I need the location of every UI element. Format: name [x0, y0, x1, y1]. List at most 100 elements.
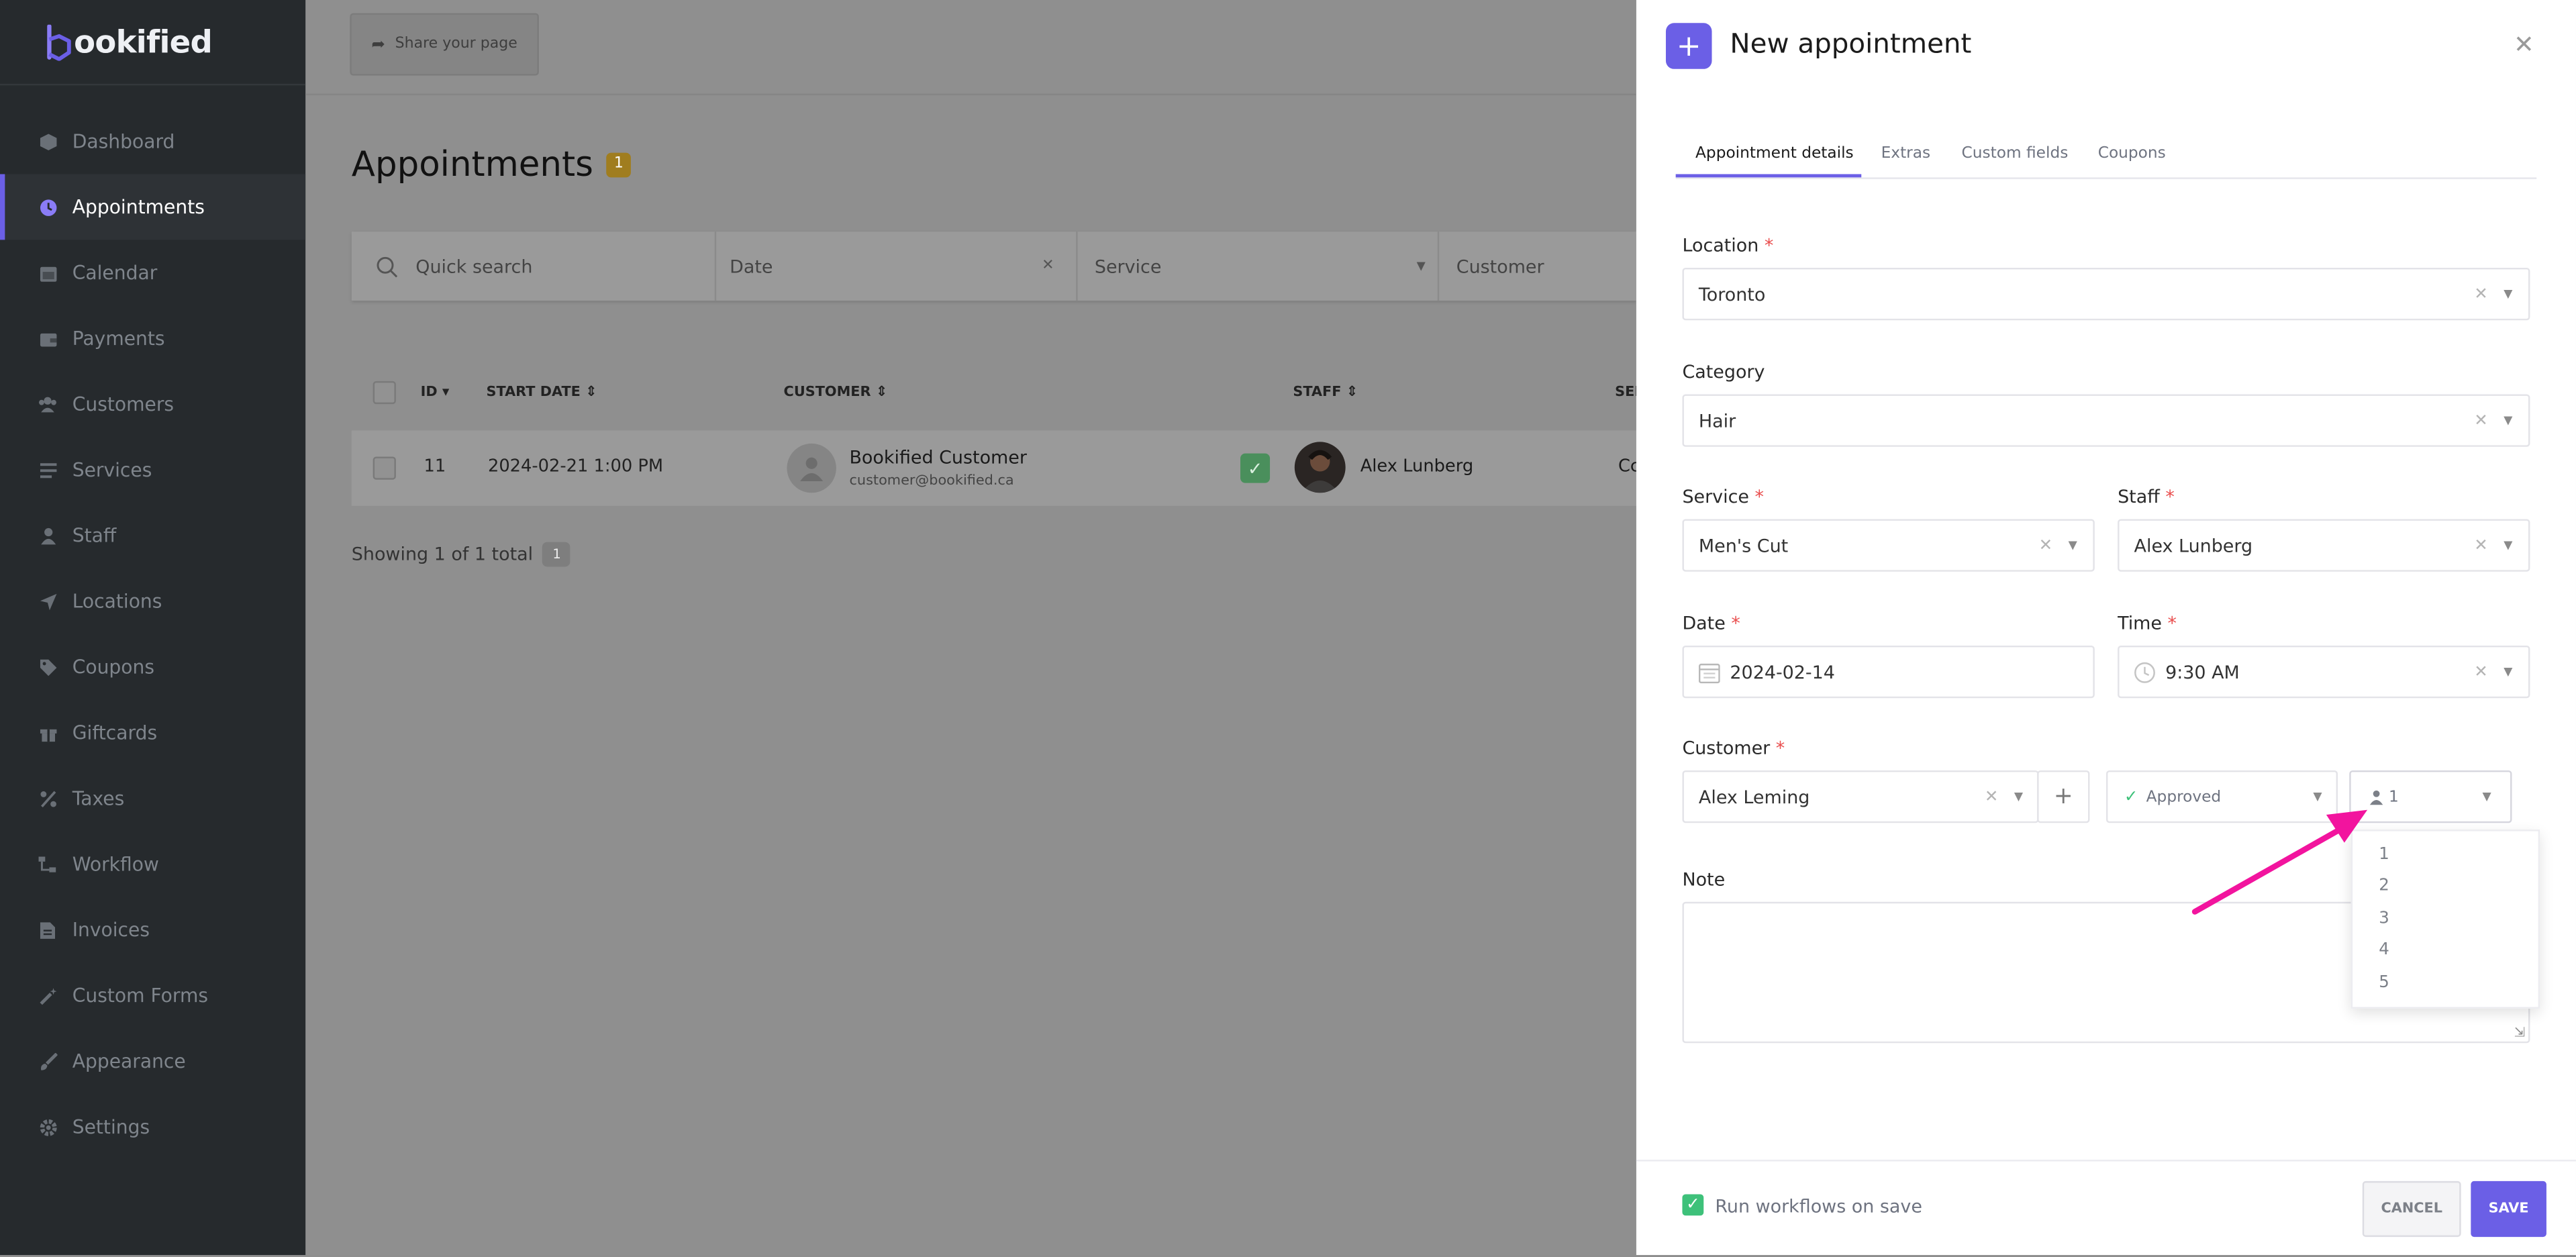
persons-option[interactable]: 2 [2379, 877, 2389, 895]
page-badge[interactable]: 1 [542, 542, 571, 567]
sidebar-item-calendar[interactable]: Calendar [0, 240, 305, 305]
location-label: Location * [1682, 235, 1773, 256]
caret-down-icon: ▼ [2504, 538, 2513, 552]
sidebar-item-label: Invoices [72, 918, 150, 942]
caret-down-icon: ▼ [2504, 287, 2513, 301]
tab-appointment-details[interactable]: Appointment details [1695, 144, 1854, 162]
staff-select[interactable]: Alex Lunberg ✕ ▼ [2118, 519, 2530, 572]
sidebar-nav: Dashboard Appointments Calendar Payments… [0, 109, 306, 1160]
sidebar-item-invoices[interactable]: Invoices [0, 897, 305, 962]
sidebar-item-dashboard[interactable]: Dashboard [0, 109, 305, 174]
gift-icon [38, 723, 57, 742]
wallet-icon [38, 329, 57, 348]
persons-option[interactable]: 5 [2379, 974, 2389, 992]
date-label: Date * [1682, 613, 1740, 634]
sidebar-item-services[interactable]: Services [0, 437, 305, 503]
new-appointment-panel: + New appointment ✕ Appointment details … [1636, 0, 2576, 1256]
persons-option[interactable]: 1 [2379, 846, 2389, 864]
sidebar-item-settings[interactable]: Settings [0, 1094, 305, 1160]
customer-select[interactable]: Alex Leming ✕ ▼ [1682, 770, 2039, 823]
sidebar-item-custom-forms[interactable]: Custom Forms [0, 962, 305, 1028]
sidebar-item-staff[interactable]: Staff [0, 503, 305, 568]
tab-extras[interactable]: Extras [1881, 144, 1931, 162]
time-select[interactable]: 9:30 AM ✕ ▼ [2118, 645, 2530, 699]
close-icon[interactable]: ✕ [2514, 30, 2534, 59]
sidebar-item-payments[interactable]: Payments [0, 305, 305, 371]
panel-footer: ✓ Run workflows on save CANCEL SAVE [1636, 1160, 2576, 1256]
clear-icon[interactable]: ✕ [2474, 411, 2488, 430]
avatar-placeholder-icon [800, 457, 824, 482]
clear-icon[interactable]: ✕ [1985, 788, 1999, 806]
sidebar-item-appointments[interactable]: Appointments [0, 174, 306, 240]
clear-icon[interactable]: ✕ [2474, 536, 2488, 554]
customer-label: Customer * [1682, 738, 1785, 759]
select-all-checkbox[interactable] [373, 381, 396, 405]
panel-title: New appointment [1730, 28, 1972, 60]
sidebar-item-coupons[interactable]: Coupons [0, 634, 305, 700]
brand-logo[interactable]: ookified [43, 19, 213, 66]
customer-filter-placeholder: Customer [1456, 255, 1544, 277]
cancel-button[interactable]: CANCEL [2362, 1180, 2461, 1238]
workflow-icon [38, 854, 57, 874]
tab-coupons[interactable]: Coupons [2098, 144, 2166, 162]
service-label-text: Service [1682, 486, 1749, 508]
status-approved-icon: ✓ [1240, 453, 1271, 483]
percent-icon [38, 789, 57, 808]
persons-option[interactable]: 3 [2379, 910, 2389, 928]
search-input[interactable]: Quick search [415, 256, 532, 277]
plus-icon: + [1665, 23, 1712, 69]
add-customer-button[interactable]: + [2037, 770, 2090, 823]
date-picker[interactable]: 2024-02-14 [1682, 645, 2095, 699]
column-start-date[interactable]: START DATE ⇕ [487, 385, 597, 401]
column-staff[interactable]: STAFF ⇕ [1293, 385, 1358, 401]
category-label: Category [1682, 361, 1765, 383]
sidebar-item-workflow[interactable]: Workflow [0, 832, 305, 897]
sidebar-item-appearance[interactable]: Appearance [0, 1028, 305, 1094]
column-id[interactable]: ID ▾ [421, 385, 450, 401]
required-mark: * [2167, 612, 2177, 634]
sidebar-item-customers[interactable]: Customers [0, 371, 305, 437]
active-tab-indicator [1675, 174, 1862, 178]
clear-icon[interactable]: ✕ [2474, 663, 2488, 681]
sidebar-item-label: Customers [72, 393, 175, 416]
sidebar-item-taxes[interactable]: Taxes [0, 766, 305, 832]
users-icon [38, 394, 57, 413]
category-value: Hair [1698, 409, 1736, 432]
quick-search-filter[interactable]: Quick search [352, 232, 717, 301]
share-page-button[interactable]: ➦ Share your page [350, 13, 539, 76]
customer-filter[interactable]: Customer [1440, 232, 1636, 301]
status-select[interactable]: ✓ Approved ▼ [2106, 770, 2338, 823]
resize-handle-icon[interactable]: ⇲ [2514, 1025, 2525, 1040]
person-icon [2369, 789, 2384, 805]
service-filter[interactable]: Service ▼ [1078, 232, 1440, 301]
category-select[interactable]: Hair ✕ ▼ [1682, 394, 2530, 447]
run-workflows-checkbox[interactable]: ✓ [1682, 1194, 1704, 1216]
time-label-text: Time [2118, 612, 2162, 634]
sidebar-item-label: Giftcards [72, 721, 158, 744]
tab-custom-fields[interactable]: Custom fields [1962, 144, 2069, 162]
clock-icon [38, 197, 57, 217]
save-button[interactable]: SAVE [2471, 1180, 2546, 1238]
customer-value: Alex Leming [1698, 786, 1810, 808]
sidebar-item-locations[interactable]: Locations [0, 568, 305, 634]
user-icon [38, 525, 57, 545]
column-customer[interactable]: CUSTOMER ⇕ [784, 385, 888, 401]
table-row[interactable]: 11 2024-02-21 1:00 PM Bookified Customer… [351, 430, 1640, 506]
service-select[interactable]: Men's Cut ✕ ▼ [1682, 519, 2095, 572]
required-mark: * [1764, 235, 1774, 256]
date-filter[interactable]: Date ✕ [717, 232, 1079, 301]
clear-icon[interactable]: ✕ [2039, 536, 2053, 554]
share-label: Share your page [395, 36, 517, 53]
brand-name: ookified [74, 24, 213, 61]
row-checkbox[interactable] [373, 456, 396, 480]
required-mark: * [1731, 612, 1740, 634]
showing-text: Showing 1 of 1 total [351, 544, 534, 566]
sidebar-item-giftcards[interactable]: Giftcards [0, 700, 305, 766]
sidebar-item-label: Workflow [72, 852, 159, 876]
clear-icon[interactable]: ✕ [2474, 285, 2488, 303]
location-select[interactable]: Toronto ✕ ▼ [1682, 267, 2530, 321]
clear-icon[interactable]: ✕ [1042, 258, 1054, 274]
persons-option[interactable]: 4 [2379, 942, 2389, 960]
persons-select[interactable]: 1 ▼ [2349, 770, 2512, 823]
time-value: 9:30 AM [2165, 661, 2240, 683]
